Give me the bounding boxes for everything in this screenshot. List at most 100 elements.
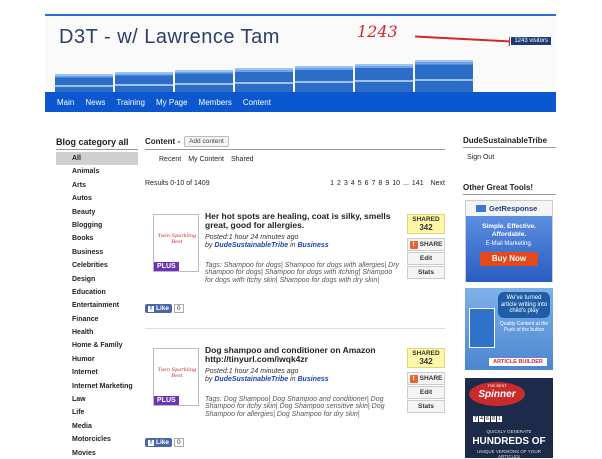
category-item[interactable]: Finance [56, 313, 138, 326]
add-content-button[interactable]: Add content [184, 136, 229, 147]
tab-shared[interactable]: Shared [231, 156, 254, 163]
article-builder-sub: Quality Content at the Push of the butto… [499, 321, 549, 333]
content-title: Content - [145, 137, 181, 146]
page-link[interactable]: 6 [365, 180, 369, 187]
spinner-ad[interactable]: THE BEST Spinner 7 4 6 8 1 QUICKLY GENER… [465, 378, 553, 458]
author-link[interactable]: DudeSustainableTribe [214, 376, 288, 383]
tab-recent[interactable]: Recent [159, 156, 181, 163]
getresponse-line2: Affordable. [491, 230, 527, 238]
handwritten-count: 1243 [357, 22, 398, 41]
category-item[interactable]: Humor [56, 353, 138, 366]
page-ellipsis: ... [403, 180, 409, 187]
category-item[interactable]: Design [56, 273, 138, 286]
nav-members[interactable]: Members [199, 98, 232, 107]
article-builder-ad[interactable]: We've turned article writing into child'… [465, 288, 553, 370]
page-link[interactable]: 5 [358, 180, 362, 187]
nav-news[interactable]: News [85, 98, 105, 107]
category-item[interactable]: Books [56, 232, 138, 245]
share-button[interactable]: t SHARE [407, 372, 445, 385]
fb-like-button[interactable]: f Like [145, 304, 173, 313]
category-item[interactable]: Home & Family [56, 339, 138, 352]
shared-count: 342 [419, 223, 433, 232]
getresponse-ad[interactable]: GetResponse Simple. Effective. Affordabl… [465, 200, 553, 282]
plus-badge: PLUS [154, 262, 179, 271]
getresponse-header: GetResponse [466, 201, 552, 216]
edit-button[interactable]: Edit [407, 252, 445, 265]
category-item[interactable]: Law [56, 393, 138, 406]
buy-now-button[interactable]: Buy Now [480, 251, 538, 266]
post-thumbnail[interactable]: Twin Sparkling Best PLUS [153, 214, 199, 272]
category-item[interactable]: Beauty [56, 206, 138, 219]
fb-like-button[interactable]: f Like [145, 438, 173, 447]
page-link[interactable]: 8 [378, 180, 382, 187]
author-link[interactable]: DudeSustainableTribe [214, 242, 288, 249]
page-link[interactable]: 4 [351, 180, 355, 187]
counter-digit: 8 [491, 416, 496, 422]
page-link[interactable]: 9 [385, 180, 389, 187]
category-heading: Blog category all [56, 137, 138, 150]
shared-count-badge: SHARED 342 [407, 348, 445, 368]
category-link[interactable]: Business [298, 242, 329, 249]
post-title[interactable]: Dog shampoo and conditioner on Amazon ht… [205, 345, 401, 365]
shared-label: SHARED [412, 350, 440, 357]
category-item[interactable]: Celebrities [56, 259, 138, 272]
tab-my-content[interactable]: My Content [188, 156, 224, 163]
next-page-link[interactable]: Next [431, 180, 445, 187]
counter-digit: 7 [473, 416, 478, 422]
content-subtabs: Recent My Content Shared [145, 156, 445, 163]
post-actions: t SHARE Edit Stats [407, 372, 445, 414]
category-sidebar: Blog category all All Animals Arts Autos… [56, 137, 138, 459]
category-item[interactable]: Motorcicles [56, 433, 138, 446]
spinner-badge: THE BEST Spinner [469, 382, 525, 406]
page-link[interactable]: 10 [392, 180, 400, 187]
like-count: 0 [174, 304, 184, 313]
category-item[interactable]: Education [56, 286, 138, 299]
nav-main[interactable]: Main [57, 98, 74, 107]
facebook-like: f Like 0 [145, 304, 184, 313]
thumbnail-text: Twin Sparkling Best [157, 367, 197, 379]
category-item[interactable]: Internet [56, 366, 138, 379]
post-actions: t SHARE Edit Stats [407, 238, 445, 280]
category-item[interactable]: Internet Marketing [56, 380, 138, 393]
page-link[interactable]: 7 [372, 180, 376, 187]
spinner-headline: HUNDREDS OF [472, 436, 546, 447]
category-item-all[interactable]: All [56, 152, 138, 166]
post-thumbnail[interactable]: Twin Sparkling Best PLUS [153, 348, 199, 406]
stats-button[interactable]: Stats [407, 266, 445, 279]
page-link[interactable]: 3 [344, 180, 348, 187]
category-item[interactable]: Movies [56, 447, 138, 459]
post-date: Posted:1 hour 24 minutes ago [205, 368, 299, 375]
like-count: 0 [174, 438, 184, 447]
tools-heading: Other Great Tools! [463, 183, 556, 195]
share-button[interactable]: t SHARE [407, 238, 445, 251]
edit-button[interactable]: Edit [407, 386, 445, 399]
nav-my-page[interactable]: My Page [156, 98, 188, 107]
page-link[interactable]: 141 [412, 180, 424, 187]
category-item[interactable]: Media [56, 420, 138, 433]
category-item[interactable]: Life [56, 406, 138, 419]
counter-digit: 1 [497, 416, 502, 422]
nav-training[interactable]: Training [116, 98, 145, 107]
page-link[interactable]: 1 [330, 180, 334, 187]
post-tags: Tags: Dog Shampoo| Dog Shampoo and condi… [205, 396, 385, 418]
category-link[interactable]: Business [298, 376, 329, 383]
shared-count-badge: SHARED 342 [407, 214, 445, 234]
pagination: 1 2 3 4 5 6 7 8 9 10 ... 141 Next [330, 180, 445, 187]
share-label: SHARE [419, 241, 443, 248]
post-title[interactable]: Her hot spots are healing, coat is silky… [205, 211, 401, 231]
banner-bars [55, 52, 486, 92]
category-item[interactable]: Entertainment [56, 299, 138, 312]
category-item[interactable]: Business [56, 246, 138, 259]
category-item[interactable]: Blogging [56, 219, 138, 232]
content-area: Content - Add content Recent My Content … [145, 136, 445, 447]
category-item[interactable]: Arts [56, 179, 138, 192]
category-item[interactable]: Health [56, 326, 138, 339]
stats-button[interactable]: Stats [407, 400, 445, 413]
sign-out-link[interactable]: Sign Out [463, 154, 556, 161]
nav-content[interactable]: Content [243, 98, 271, 107]
category-item[interactable]: Autos [56, 192, 138, 205]
page-link[interactable]: 2 [337, 180, 341, 187]
post-byline: by DudeSustainableTribe in Business [205, 376, 401, 384]
category-item[interactable]: Animals [56, 165, 138, 178]
getresponse-body: Simple. Effective. Affordable. E-Mail Ma… [466, 216, 552, 282]
